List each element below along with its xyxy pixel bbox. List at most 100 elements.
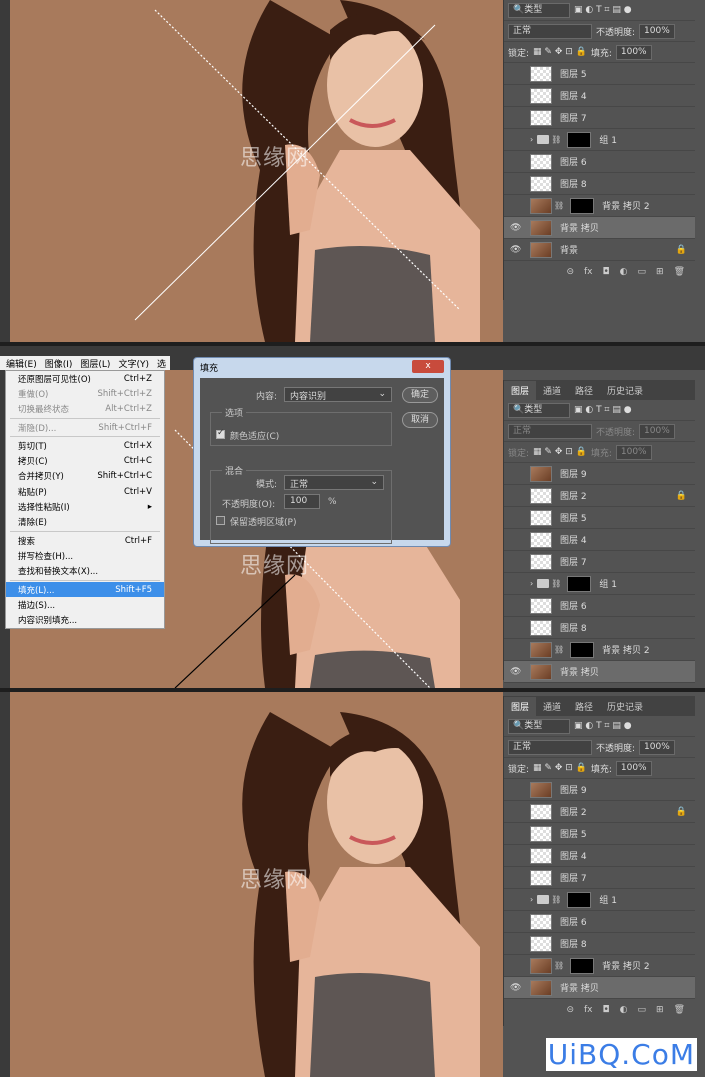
opacity-input[interactable]: 100% (639, 423, 675, 439)
fill-input[interactable]: 100% (615, 760, 652, 776)
new-layer-icon[interactable]: ⊞ (656, 1005, 664, 1015)
document-canvas[interactable]: 思缘网 (10, 692, 503, 1077)
menu-item[interactable]: 搜索 Ctrl+F (6, 533, 164, 548)
menu-item[interactable]: 粘贴(P) Ctrl+V (6, 484, 164, 499)
visibility-eye-icon[interactable]: 👁 (510, 983, 524, 993)
fill-input[interactable]: 100% (615, 44, 652, 60)
layer-mask-thumbnail[interactable] (567, 131, 592, 148)
filter-icons[interactable]: ▣ ◐ T ⌗ ▤ ● (574, 721, 632, 731)
fx-icon[interactable]: fx (584, 267, 593, 277)
layer-thumbnail[interactable] (530, 553, 552, 570)
layer-mask-thumbnail[interactable] (567, 575, 592, 592)
lock-icons[interactable]: ▦ ✎ ✥ ⊡ 🔒 (533, 763, 587, 773)
menu-layer[interactable]: 图层(L) (80, 357, 110, 370)
close-button[interactable]: x (412, 360, 444, 373)
layer-thumbnail[interactable] (530, 531, 552, 548)
tab-channels[interactable]: 通道 (536, 381, 568, 400)
tab-history[interactable]: 历史记录 (600, 381, 650, 400)
layer-row[interactable]: 图层 4 (504, 529, 695, 551)
kind-filter[interactable]: 🔍类型 (508, 2, 570, 18)
opacity-input[interactable]: 100% (639, 739, 675, 755)
layer-thumbnail[interactable] (530, 87, 552, 104)
tab-paths[interactable]: 路径 (568, 381, 600, 400)
trash-icon[interactable]: 🗑 (674, 267, 685, 277)
layer-thumbnail[interactable] (530, 825, 552, 842)
menu-edit[interactable]: 编辑(E) (6, 357, 37, 370)
layer-row[interactable]: 图层 7 (504, 107, 695, 129)
chevron-right-icon[interactable]: › (530, 579, 533, 588)
layer-mask-thumbnail[interactable] (567, 891, 592, 908)
menu-item[interactable]: 合并拷贝(Y) Shift+Ctrl+C (6, 469, 164, 484)
trash-icon[interactable]: 🗑 (674, 1005, 685, 1015)
menu-item[interactable]: 描边(S)... (6, 597, 164, 612)
layer-thumbnail[interactable] (530, 979, 552, 996)
opacity-input[interactable]: 100% (639, 23, 675, 39)
chain-icon[interactable]: ⛓ (554, 961, 564, 970)
layer-mask-thumbnail[interactable] (570, 641, 595, 658)
layer-row[interactable]: 图层 8 (504, 617, 695, 639)
layer-row[interactable]: 图层 6 (504, 911, 695, 933)
document-canvas[interactable]: 思缘网 (10, 0, 503, 342)
chevron-right-icon[interactable]: › (530, 135, 533, 144)
layer-row[interactable]: › ⛓ 组 1 (504, 573, 695, 595)
menu-item[interactable]: 清除(E) (6, 515, 164, 530)
layer-thumbnail[interactable] (530, 241, 552, 258)
adjustment-icon[interactable]: ◐ (620, 1005, 628, 1015)
blend-mode-select[interactable]: 正常 (508, 739, 592, 755)
layer-row[interactable]: 👁 背景 拷贝 (504, 661, 695, 683)
layer-row[interactable]: ⛓ 背景 拷贝 2 (504, 195, 695, 217)
layer-thumbnail[interactable] (530, 935, 552, 952)
layer-row[interactable]: ⛓ 背景 拷贝 2 (504, 639, 695, 661)
layer-thumbnail[interactable] (530, 509, 552, 526)
link-icon[interactable]: ⊝ (566, 267, 574, 277)
layer-row[interactable]: ⛓ 背景 拷贝 2 (504, 955, 695, 977)
fx-icon[interactable]: fx (584, 1005, 593, 1015)
layer-thumbnail[interactable] (530, 487, 552, 504)
menu-image[interactable]: 图像(I) (45, 357, 73, 370)
folder-icon[interactable]: ▭ (638, 267, 647, 277)
layer-thumbnail[interactable] (530, 957, 552, 974)
tab-history[interactable]: 历史记录 (600, 697, 650, 716)
chain-icon[interactable]: ⛓ (554, 645, 564, 654)
opacity-input[interactable]: 100 (284, 494, 320, 509)
layer-mask-thumbnail[interactable] (570, 197, 595, 214)
layer-row[interactable]: 👁 背景 拷贝 (504, 977, 695, 999)
filter-icons[interactable]: ▣ ◐ T ⌗ ▤ ● (574, 5, 632, 15)
menu-item[interactable]: 选择性粘贴(I) ▸ (6, 499, 164, 514)
layer-thumbnail[interactable] (530, 109, 552, 126)
tab-channels[interactable]: 通道 (536, 697, 568, 716)
tab-layers[interactable]: 图层 (504, 697, 537, 716)
blend-mode-select[interactable]: 正常 (508, 23, 592, 39)
preserve-checkbox[interactable] (216, 516, 225, 525)
menu-item[interactable]: 填充(L)... Shift+F5 (6, 581, 164, 598)
layer-thumbnail[interactable] (530, 175, 552, 192)
layer-row[interactable]: 图层 4 (504, 845, 695, 867)
layer-row[interactable]: 👁 背景 🔒 (504, 239, 695, 261)
folder-icon[interactable]: ▭ (638, 1005, 647, 1015)
menu-item[interactable]: 剪切(T) Ctrl+X (6, 438, 164, 453)
layer-row[interactable]: 图层 2 🔒 (504, 801, 695, 823)
visibility-eye-icon[interactable]: 👁 (510, 667, 524, 677)
new-layer-icon[interactable]: ⊞ (656, 267, 664, 277)
layer-row[interactable]: 图层 9 (504, 779, 695, 801)
kind-filter[interactable]: 🔍类型 (508, 402, 570, 418)
fill-input[interactable]: 100% (615, 444, 652, 460)
layer-row[interactable]: 图层 5 (504, 507, 695, 529)
layer-thumbnail[interactable] (530, 219, 552, 236)
chain-icon[interactable]: ⛓ (554, 201, 564, 210)
layer-thumbnail[interactable] (530, 913, 552, 930)
layer-row[interactable]: › ⛓ 组 1 (504, 129, 695, 151)
blend-mode-select[interactable]: 正常 (508, 423, 592, 439)
ok-button[interactable]: 确定 (402, 387, 438, 403)
layer-thumbnail[interactable] (530, 197, 552, 214)
layer-thumbnail[interactable] (530, 465, 552, 482)
menu-item[interactable]: 切换最终状态 Alt+Ctrl+Z (6, 402, 164, 417)
mode-select[interactable]: 正常 ⌄ (284, 475, 384, 490)
layer-row[interactable]: 图层 6 (504, 151, 695, 173)
layer-row[interactable]: 图层 7 (504, 867, 695, 889)
layer-row[interactable]: 图层 8 (504, 173, 695, 195)
content-select[interactable]: 内容识别 ⌄ (284, 387, 392, 402)
menu-type[interactable]: 文字(Y) (118, 357, 149, 370)
layer-row[interactable]: 图层 9 (504, 463, 695, 485)
menu-item[interactable]: 渐隐(D)... Shift+Ctrl+F (6, 420, 164, 435)
